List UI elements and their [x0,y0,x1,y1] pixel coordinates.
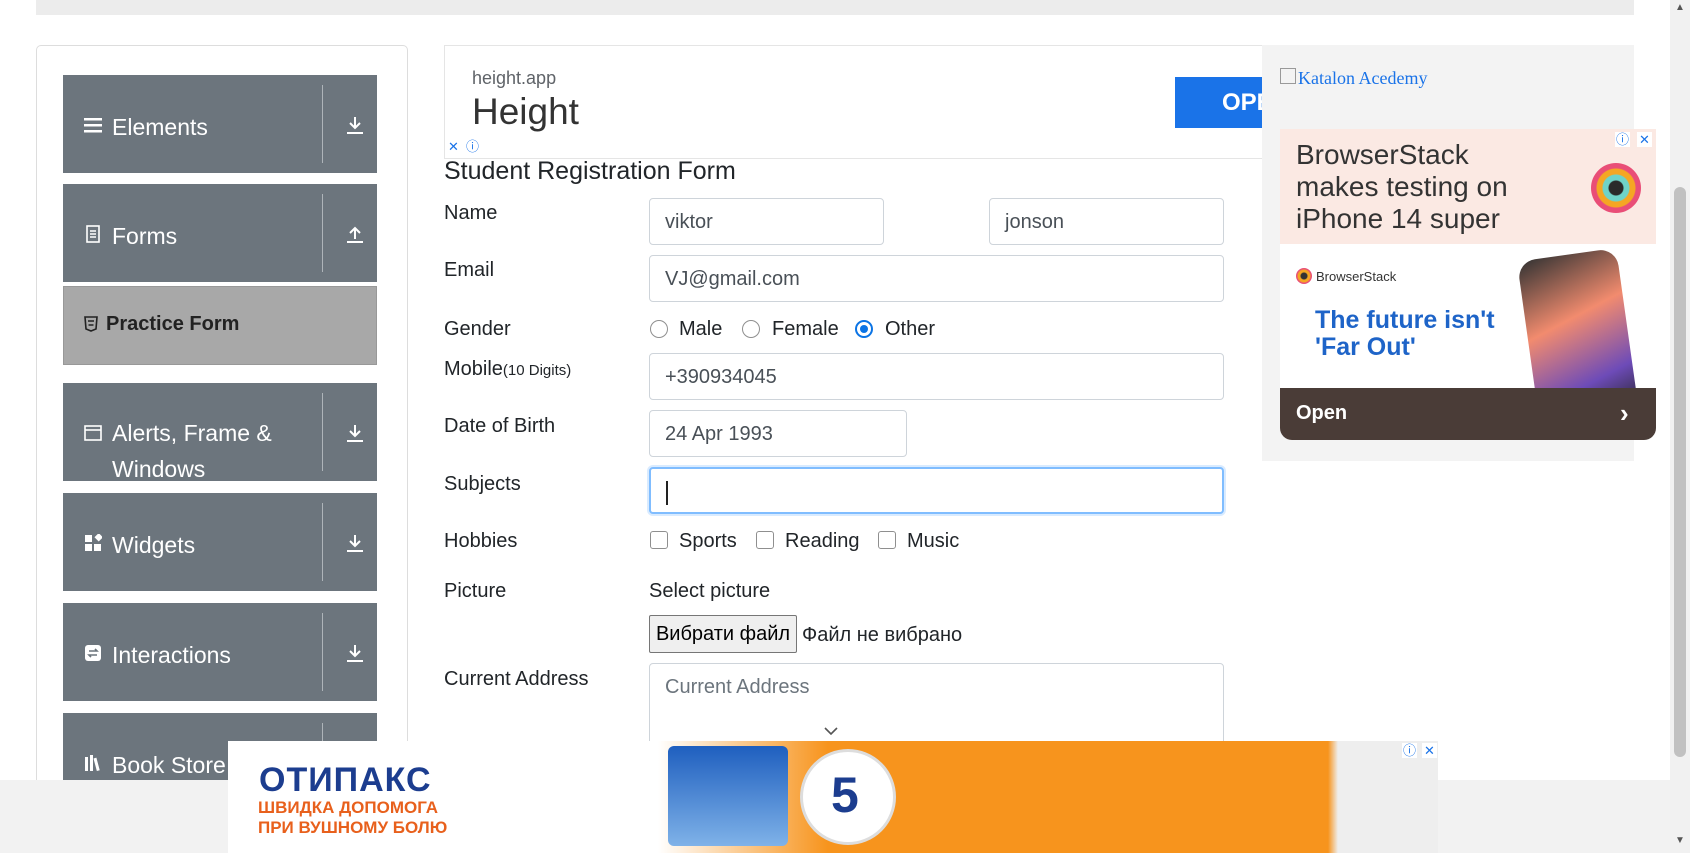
broken-image-alt[interactable]: Katalon Acedemy [1280,68,1427,89]
address-label: Current Address [444,668,589,690]
sidebar-group-widgets[interactable]: Widgets [63,493,377,591]
ad-close-icon[interactable]: ✕ [446,139,461,154]
ad-info-icon[interactable]: ⓘ [1615,132,1630,147]
ad-domain: height.app [472,68,557,88]
gender-label: Gender [444,318,511,340]
dob-label: Date of Birth [444,415,556,437]
gender-female-radio[interactable] [742,320,760,338]
ad-info-icon[interactable]: ⓘ [1402,743,1417,758]
address-placeholder: Current Address [665,676,810,698]
last-name-input[interactable]: jonson [989,198,1224,245]
divider [322,503,323,581]
browserstack-ad[interactable]: BrowserStack makes testing on iPhone 14 … [1280,129,1656,440]
file-status-text: Файл не вибрано [802,624,963,646]
sidebar-item-practice-form[interactable]: Practice Form [63,286,377,365]
gender-male-label[interactable]: Male [679,318,722,341]
subjects-label: Subjects [444,473,521,495]
ad-close-icon[interactable]: ✕ [1637,132,1652,147]
books-icon [85,755,100,772]
gender-other-label[interactable]: Other [885,318,935,341]
name-label: Name [444,202,498,224]
mobile-label: Mobile(10 Digits) [444,358,571,381]
broken-image-icon [1280,68,1296,84]
first-name-input[interactable]: viktor [649,198,884,245]
ad-info-icon[interactable]: ⓘ [465,139,480,154]
ad-subtitle: ШВИДКА ДОПОМОГА ПРИ ВУШНОМУ БОЛЮ [258,798,448,837]
divider [322,194,323,272]
sidebar-item-label: Practice Form [106,313,240,335]
sidebar-group-interactions[interactable]: Interactions [63,603,377,701]
scroll-down-icon[interactable]: ▼ [1675,835,1685,846]
subjects-input[interactable] [649,467,1224,514]
sidebar-group-label: Interactions [112,642,231,668]
divider [322,613,323,691]
ad-brand: ОТИПАКС [259,761,432,799]
clock-badge-number: 5 [831,767,859,823]
header-banner-strip [36,0,1634,15]
vertical-scrollbar[interactable]: ▲ ▼ [1670,0,1690,853]
broken-image-text: Katalon Acedemy [1298,68,1428,88]
list-icon [84,118,102,133]
ad-open-bar[interactable]: Open › [1280,388,1656,440]
mobile-input[interactable]: +390934045 [649,353,1224,400]
sidebar-group-forms[interactable]: Forms [63,184,377,282]
sidebar-group-label: Forms [112,223,178,249]
chevron-down-icon [824,727,838,736]
clock-badge: 5 [800,749,896,845]
email-input[interactable]: VJ@gmail.com [649,255,1224,302]
gender-other-radio[interactable] [855,320,873,338]
current-address-textarea[interactable]: Current Address [649,663,1224,753]
ad-brand: BrowserStack [1295,268,1397,284]
text-cursor [666,481,668,505]
ad-title: Height [472,91,579,132]
sidebar-group-alerts[interactable]: Alerts, Frame & Windows [63,383,377,482]
scrollbar-thumb[interactable] [1674,187,1686,757]
mobile-hint: (10 Digits) [502,362,572,379]
otipaks-ad-banner[interactable]: ОТИПАКС ШВИДКА ДОПОМОГА ПРИ ВУШНОМУ БОЛЮ… [228,741,1438,853]
gender-male-radio[interactable] [650,320,668,338]
hobby-sports-label[interactable]: Sports [679,530,737,553]
ad-open-label: Open [1296,402,1348,424]
browserstack-logo-icon [1591,163,1641,213]
hobby-music-checkbox[interactable] [878,531,896,549]
ad-open-button[interactable]: OPE [1175,77,1263,128]
hobby-music-label[interactable]: Music [907,530,959,553]
download-arrow-icon[interactable] [345,423,365,443]
hobby-reading-checkbox[interactable] [756,531,774,549]
ad-headline: BrowserStack makes testing on iPhone 14 … [1296,139,1508,234]
gender-female-label[interactable]: Female [772,318,839,341]
sidebar-group-label: Elements [112,114,208,140]
hobbies-label: Hobbies [444,530,518,552]
download-arrow-icon[interactable] [345,643,365,663]
html5-icon [84,316,98,332]
sidebar-group-label: Alerts, Frame & Windows [112,420,272,482]
hobby-reading-label[interactable]: Reading [785,530,860,553]
chevron-right-icon: › [1620,398,1629,428]
choose-file-button[interactable]: Вибрати файл [649,615,797,653]
sidebar-group-label: Widgets [112,532,196,558]
form-title: Student Registration Form [444,157,736,185]
height-ad-banner[interactable]: height.app Height OPE [444,45,1264,159]
ad-close-icon[interactable]: ✕ [1422,743,1437,758]
sidebar-group-elements[interactable]: Elements [63,75,377,173]
date-of-birth-input[interactable]: 24 Apr 1993 [649,410,907,457]
download-arrow-icon[interactable] [345,115,365,135]
upload-arrow-icon[interactable] [345,224,365,244]
document-icon [86,225,100,243]
divider [322,393,323,471]
email-label: Email [444,259,495,281]
interactions-icon [85,645,101,661]
mobile-label-text: Mobile [444,358,503,380]
ad-tagline: The future isn't 'Far Out' [1315,306,1495,361]
picture-label: Picture [444,580,507,602]
divider [322,85,323,163]
hobby-sports-checkbox[interactable] [650,531,668,549]
download-arrow-icon[interactable] [345,533,365,553]
product-image [668,746,788,846]
scroll-up-icon[interactable]: ▲ [1675,2,1685,13]
widgets-icon [85,534,102,551]
select-picture-label: Select picture [649,580,771,602]
window-icon [84,425,102,441]
